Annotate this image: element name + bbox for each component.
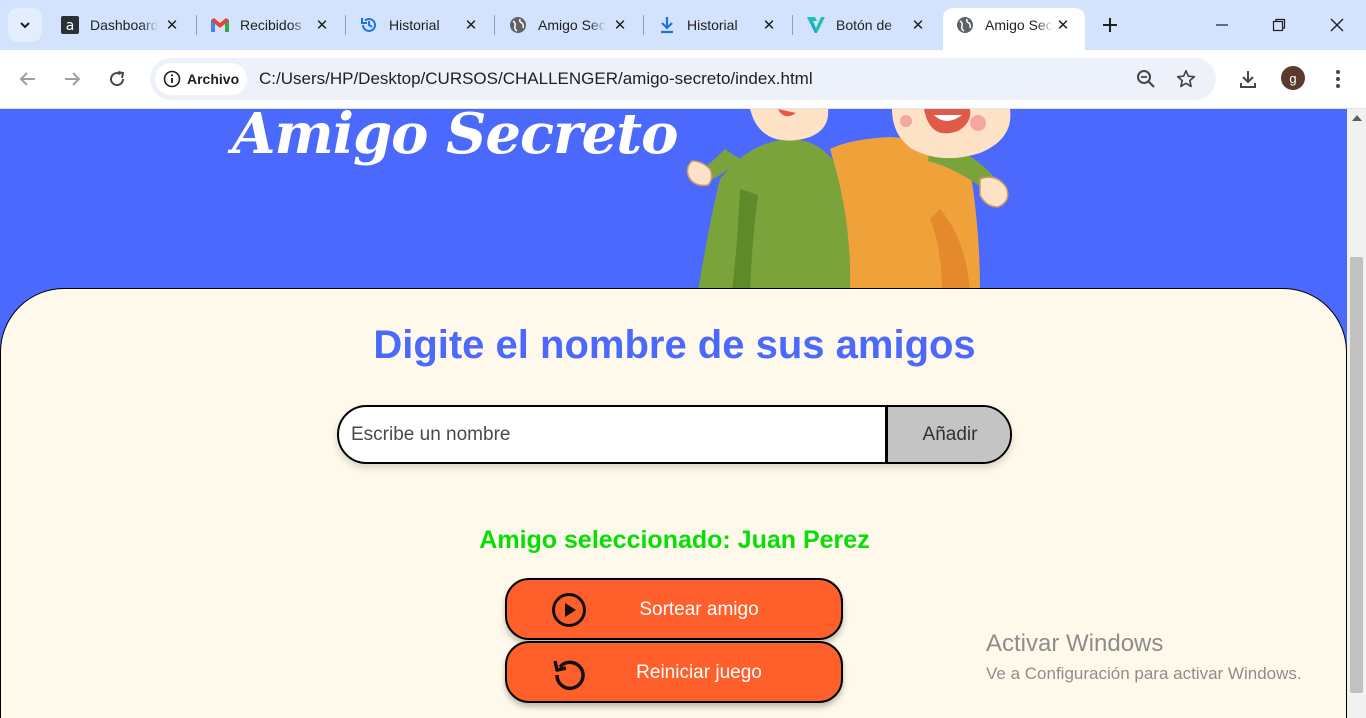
selected-friend-result: Amigo seleccionado: Juan Perez — [479, 526, 870, 554]
info-icon — [163, 70, 181, 88]
add-button[interactable]: Añadir — [885, 407, 1010, 462]
tab-title: Dashboard — [90, 17, 158, 33]
close-window-button[interactable] — [1315, 8, 1359, 42]
friends-illustration — [686, 109, 1011, 291]
tab-title: Historial — [687, 17, 738, 33]
tab-title: Amigo Secreto — [985, 17, 1053, 33]
zoom-icon — [1137, 70, 1155, 88]
star-icon — [1176, 69, 1196, 88]
tab-title: Botón de — [836, 17, 893, 33]
tab-historial[interactable]: Historial ✕ — [347, 8, 493, 42]
page-scrollbar[interactable] — [1347, 109, 1366, 718]
url-text[interactable]: C:/Users/HP/Desktop/CURSOS/CHALLENGER/am… — [259, 69, 813, 89]
downloads-button[interactable] — [1232, 63, 1264, 95]
close-icon[interactable]: ✕ — [908, 15, 928, 35]
history-icon — [359, 15, 379, 35]
restart-icon — [553, 660, 585, 691]
restore-icon — [1272, 18, 1286, 32]
close-icon — [1330, 18, 1344, 32]
close-icon[interactable]: ✕ — [1053, 15, 1073, 35]
site-info-chip[interactable]: Archivo — [155, 63, 247, 95]
plus-icon — [1103, 18, 1117, 32]
play-icon — [552, 593, 586, 627]
header-title: Amigo Secreto — [232, 109, 678, 167]
tab-boton[interactable]: Botón de ✕ — [794, 8, 940, 42]
name-input-group: Añadir — [337, 405, 1012, 464]
forward-button[interactable] — [56, 63, 88, 95]
tab-separator — [494, 15, 495, 35]
reset-game-label: Reiniciar juego — [636, 662, 762, 683]
watermark-subtitle: Ve a Configuración para activar Windows. — [986, 664, 1302, 683]
gmail-icon — [210, 15, 230, 35]
tab-search-button[interactable] — [8, 8, 42, 42]
tab-separator — [792, 15, 793, 35]
tab-recibidos[interactable]: Recibidos ✕ — [198, 8, 344, 42]
chevron-down-icon — [20, 22, 30, 29]
address-bar[interactable]: Archivo C:/Users/HP/Desktop/CURSOS/CHALL… — [150, 58, 1216, 100]
profile-avatar[interactable]: g — [1281, 66, 1305, 90]
tab-downloads[interactable]: Historial ✕ — [645, 8, 791, 42]
menu-button[interactable] — [1322, 63, 1354, 95]
svg-text:a: a — [66, 18, 75, 34]
scroll-up-arrow-icon[interactable] — [1352, 115, 1362, 121]
close-icon[interactable]: ✕ — [312, 15, 332, 35]
section-title: Digite el nombre de sus amigos — [373, 323, 976, 367]
close-icon[interactable]: ✕ — [610, 15, 630, 35]
reset-game-button[interactable]: Reiniciar juego — [505, 641, 843, 703]
download-icon — [657, 15, 677, 35]
globe-icon — [508, 15, 528, 35]
globe-icon — [955, 15, 975, 35]
bookmark-button[interactable] — [1174, 67, 1198, 91]
arrow-left-icon — [19, 72, 35, 86]
watermark-title: Activar Windows — [986, 630, 1164, 657]
close-icon[interactable]: ✕ — [162, 15, 182, 35]
scroll-thumb[interactable] — [1350, 257, 1363, 693]
tab-title: Recibidos — [240, 17, 302, 33]
minimize-icon — [1216, 24, 1228, 26]
tab-dashboard[interactable]: a Dashboard ✕ — [48, 8, 194, 42]
back-button[interactable] — [12, 63, 44, 95]
site-a-icon: a — [60, 15, 80, 35]
tab-amigo-secreto[interactable]: Amigo Secreto ✕ — [496, 8, 642, 42]
page-viewport: Amigo Secreto Digite el nombre de sus am… — [0, 109, 1347, 718]
more-vert-icon — [1336, 70, 1340, 88]
close-icon[interactable]: ✕ — [461, 15, 481, 35]
tab-strip: a Dashboard ✕ Recibidos ✕ Historial ✕ Am… — [0, 0, 1366, 50]
browser-toolbar: Archivo C:/Users/HP/Desktop/CURSOS/CHALL… — [0, 50, 1366, 109]
reload-button[interactable] — [101, 63, 133, 95]
reload-icon — [110, 71, 125, 87]
restore-button[interactable] — [1257, 8, 1301, 42]
windows-activation-watermark: Activar Windows Ve a Configuración para … — [986, 630, 1302, 684]
draw-friend-label: Sortear amigo — [639, 599, 759, 620]
zoom-button[interactable] — [1134, 67, 1158, 91]
tab-amigo-secreto-active[interactable]: Amigo Secreto ✕ — [943, 8, 1085, 50]
minimize-button[interactable] — [1200, 8, 1244, 42]
tab-title: Historial — [389, 17, 440, 33]
tab-separator — [196, 15, 197, 35]
vuetify-icon — [806, 15, 826, 35]
arrow-right-icon — [65, 72, 81, 86]
download-icon — [1240, 71, 1256, 88]
name-input[interactable] — [339, 407, 885, 462]
site-info-label: Archivo — [187, 71, 240, 87]
tab-separator — [643, 15, 644, 35]
close-icon[interactable]: ✕ — [759, 15, 779, 35]
new-tab-button[interactable] — [1096, 11, 1124, 39]
tab-title: Amigo Secreto — [538, 17, 606, 33]
tab-separator — [345, 15, 346, 35]
draw-friend-button[interactable]: Sortear amigo — [505, 578, 843, 640]
